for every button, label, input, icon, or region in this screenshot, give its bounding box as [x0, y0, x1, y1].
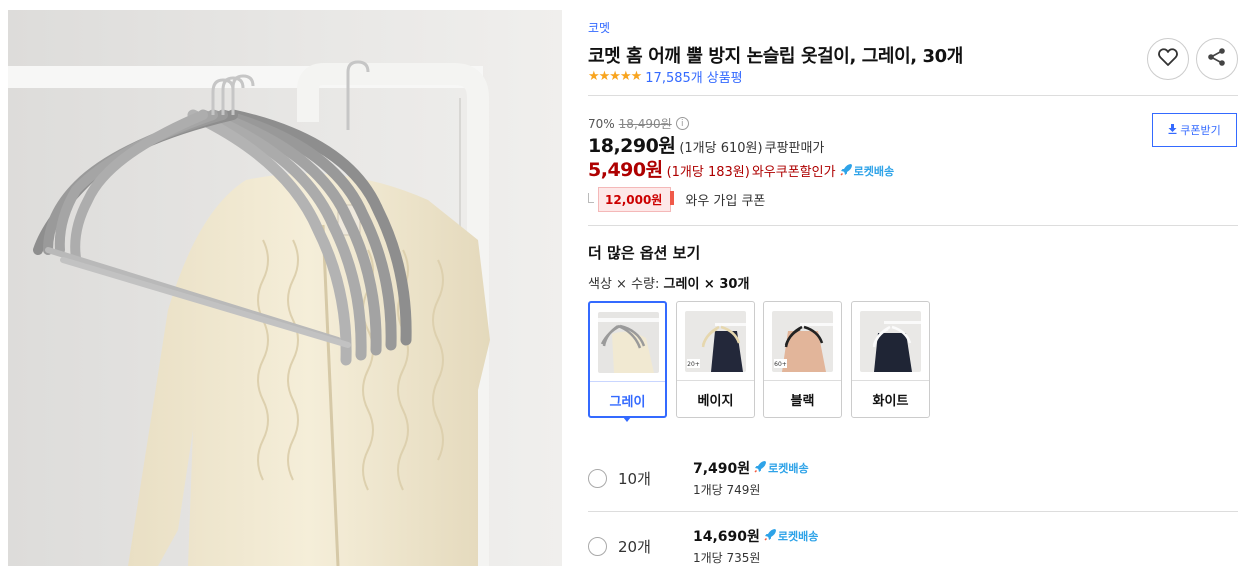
product-info-panel: 코멧 코멧 홈 어깨 뿔 방지 논슬립 옷걸이, 그레이, 30개 ★★★★★ … — [588, 0, 1238, 578]
heart-icon — [1158, 48, 1178, 70]
review-label[interactable]: 상품평 — [707, 67, 743, 86]
coupon-text: 와우 가입 쿠폰 — [685, 194, 766, 209]
quantity-price-line: 14,690원 로켓배송 — [693, 526, 818, 546]
radio-icon[interactable] — [588, 537, 607, 556]
swatch-badge: 20+ — [687, 361, 700, 368]
wow-price-tag: 와우쿠폰할인가 — [751, 165, 836, 180]
quantity-label: 20개 — [618, 538, 651, 556]
quantity-price: 14,690원 — [693, 529, 760, 545]
divider — [588, 95, 1238, 96]
quantity-unit-price: 1개당 735원 — [693, 551, 761, 565]
product-image[interactable] — [8, 10, 562, 566]
sale-price: 18,290원 — [588, 135, 676, 157]
divider — [588, 511, 1238, 512]
rocket-label: 로켓배송 — [853, 165, 895, 178]
coupon-row: 12,000원 와우 가입 쿠폰 — [588, 187, 765, 212]
discount-line: 70% 18,490원 i — [588, 115, 689, 132]
quantity-price-line: 7,490원 로켓배송 — [693, 458, 809, 478]
more-options-title: 더 많은 옵션 보기 — [588, 244, 701, 262]
selected-caret-icon — [623, 417, 631, 422]
swatch-name: 베이지 — [677, 380, 754, 417]
sale-unit-price: (1개당 610원) — [679, 141, 763, 156]
share-icon — [1207, 47, 1227, 71]
rating-summary[interactable]: ★★★★★ 17,585개 상품평 — [588, 67, 743, 86]
coupon-button-label: 쿠폰받기 — [1180, 124, 1221, 137]
quantity-unit-price: 1개당 749원 — [693, 483, 761, 497]
rocket-badge: 로켓배송 — [840, 163, 894, 179]
star-rating: ★★★★★ — [588, 69, 642, 84]
option-label-prefix: 색상 × 수량: — [588, 277, 660, 292]
rocket-icon — [840, 163, 854, 179]
swatch-beige[interactable]: 20+ 베이지 — [676, 301, 755, 418]
wow-price: 5,490원 — [588, 159, 663, 181]
info-icon[interactable]: i — [675, 117, 689, 130]
option-label: 색상 × 수량: 그레이 × 30개 — [588, 273, 749, 292]
elbow-line — [588, 192, 594, 203]
divider — [588, 225, 1238, 226]
swatch-white[interactable]: 화이트 — [851, 301, 930, 418]
rocket-icon — [764, 528, 778, 544]
swatch-gray[interactable]: 그레이 — [588, 301, 667, 418]
swatch-thumbnail: 60+ — [772, 311, 833, 372]
rocket-label: 로켓배송 — [768, 462, 809, 475]
quantity-option-10[interactable]: 10개 7,490원 로켓배송 1개당 749원 — [588, 458, 1238, 510]
discount-rate: 70% — [588, 116, 615, 131]
swatch-name: 화이트 — [852, 380, 929, 417]
swatch-thumbnail — [860, 311, 921, 372]
quantity-option-20[interactable]: 20개 14,690원 로켓배송 1개당 735원 — [588, 526, 1238, 578]
sale-price-row: 18,290원 (1개당 610원) 쿠팡판매가 — [588, 131, 824, 158]
swatch-black[interactable]: 60+ 블랙 — [763, 301, 842, 418]
option-label-value: 그레이 × 30개 — [663, 277, 750, 292]
original-price: 18,490원 — [618, 117, 672, 131]
rocket-label: 로켓배송 — [777, 530, 819, 543]
radio-icon[interactable] — [588, 469, 607, 488]
rocket-icon — [754, 460, 768, 476]
rocket-badge: 로켓배송 — [754, 460, 809, 476]
share-button[interactable] — [1196, 38, 1238, 80]
wow-price-row: 5,490원 (1개당 183원) 와우쿠폰할인가 로켓배송 — [588, 155, 894, 182]
wow-unit-price: (1개당 183원) — [666, 165, 750, 180]
quantity-price: 7,490원 — [693, 461, 751, 477]
product-title: 코멧 홈 어깨 뿔 방지 논슬립 옷걸이, 그레이, 30개 — [588, 46, 963, 67]
review-count[interactable]: 17,585개 — [645, 67, 702, 86]
coupon-download-button[interactable]: 쿠폰받기 — [1152, 113, 1237, 147]
sale-price-tag: 쿠팡판매가 — [764, 141, 825, 156]
swatch-thumbnail: 20+ — [685, 311, 746, 372]
brand-link[interactable]: 코멧 — [588, 19, 610, 36]
rocket-badge: 로켓배송 — [764, 528, 818, 544]
swatch-badge: 60+ — [774, 361, 787, 368]
download-icon — [1168, 123, 1180, 137]
swatch-name: 그레이 — [590, 381, 665, 418]
swatch-thumbnail — [598, 312, 659, 373]
wishlist-button[interactable] — [1147, 38, 1189, 80]
swatch-name: 블랙 — [764, 380, 841, 417]
coupon-amount: 12,000원 — [598, 187, 675, 212]
quantity-label: 10개 — [618, 470, 651, 488]
